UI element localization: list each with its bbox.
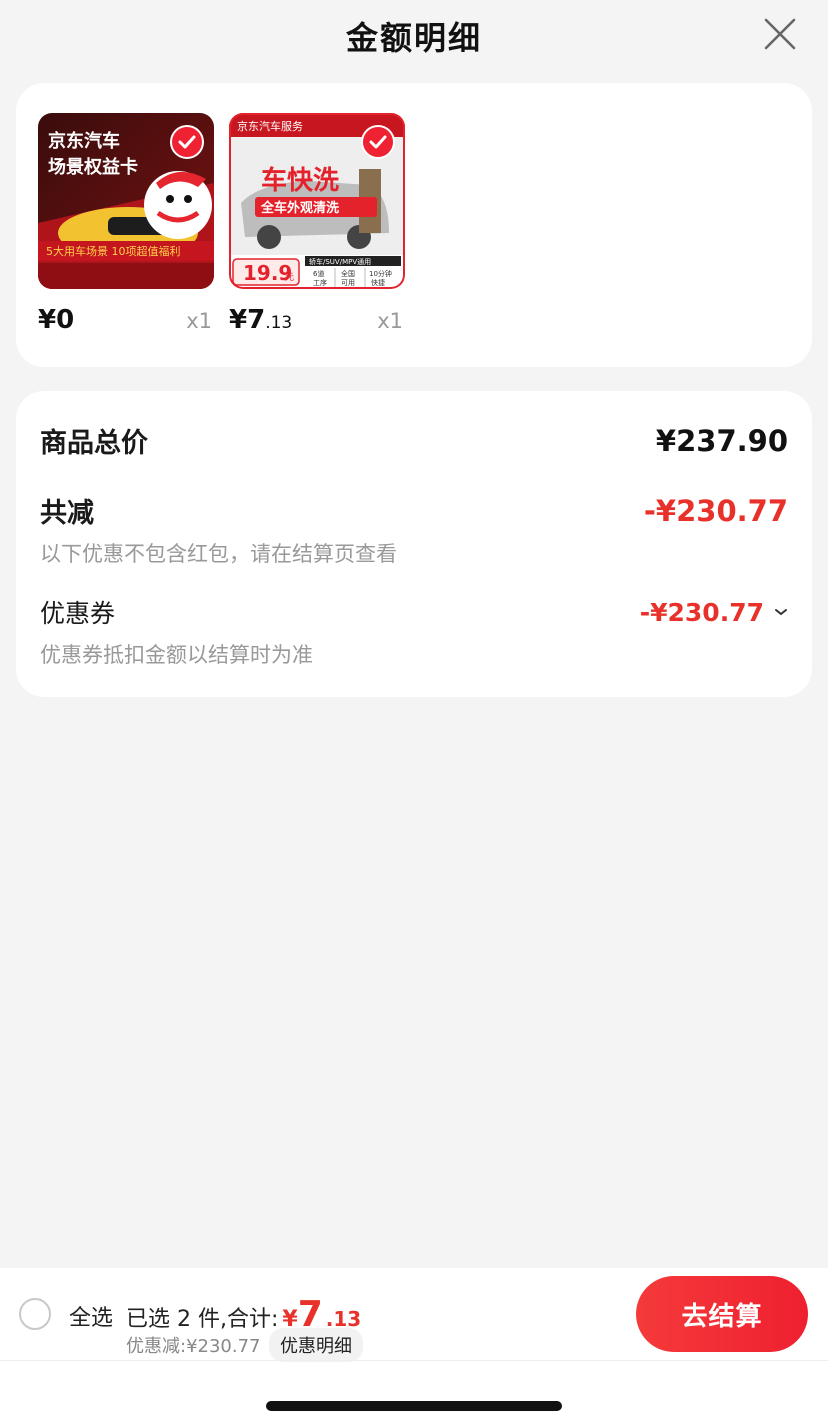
selected-check-icon[interactable] xyxy=(170,125,204,159)
thumb-price-unit: 元 xyxy=(285,273,294,283)
checkout-bar: 全选 已选 2 件,合计: ¥ 7 .13 优惠减:¥230.77 优惠明细 去… xyxy=(0,1268,828,1426)
close-icon[interactable] xyxy=(762,16,798,52)
thumb-text-line: 工序 xyxy=(313,278,327,287)
thumb-text-line: 6道 xyxy=(313,269,324,278)
thumb-text-line: 京东汽车 xyxy=(48,130,120,152)
divider xyxy=(0,1360,828,1361)
thumb-text-line: 轿车/SUV/MPV通用 xyxy=(309,257,371,266)
product-image-car-wash[interactable]: 京东汽车服务 车快洗 全车外观清洗 19.9 元 轿车/SUV/MPV通用 6道… xyxy=(229,113,405,289)
total-reduction-value: -¥230.77 xyxy=(643,493,788,528)
price-summary-card: 商品总价 ¥237.90 共减 -¥230.77 以下优惠不包含红包，请在结算页… xyxy=(16,391,812,697)
thumb-text-line: 京东汽车服务 xyxy=(237,119,303,133)
coupon-value[interactable]: -¥230.77 xyxy=(640,598,788,627)
thumb-text-line: 车快洗 xyxy=(261,165,339,196)
page-title: 金额明细 xyxy=(345,19,482,57)
reduction-note: 以下优惠不包含红包，请在结算页查看 xyxy=(40,542,397,566)
goods-card: 京东汽车 场景权益卡 5大用车场景 10项超值福利 ¥0 x1 京东汽车服务 车… xyxy=(16,83,812,367)
goods-item[interactable]: 京东汽车 场景权益卡 5大用车场景 10项超值福利 ¥0 x1 xyxy=(38,113,214,335)
item-quantity: x1 xyxy=(377,309,403,333)
thumb-text-line: 全国 xyxy=(341,269,355,278)
select-all-radio[interactable] xyxy=(19,1298,51,1330)
total-reduction-row: 共减 -¥230.77 xyxy=(40,491,788,530)
checkout-button[interactable]: 去结算 xyxy=(636,1276,808,1352)
thumb-text-line: 10分钟 xyxy=(369,269,392,278)
thumb-text-line: 全车外观清洗 xyxy=(260,200,339,216)
coupon-amount: -¥230.77 xyxy=(639,597,764,627)
thumb-text-line: 可用 xyxy=(341,279,355,287)
thumb-text-line: 快捷 xyxy=(371,278,385,287)
item-price: ¥7.13 xyxy=(229,305,293,335)
thumb-text-line: 5大用车场景 10项超值福利 xyxy=(46,244,181,258)
modal-header: 金额明细 xyxy=(0,0,828,72)
coupon-note: 优惠券抵扣金额以结算时为准 xyxy=(40,643,313,667)
selected-count-text: 已选 2 件,合计: xyxy=(126,1307,279,1332)
item-price: ¥0 xyxy=(38,305,75,335)
total-price-value: ¥237.90 xyxy=(655,423,788,458)
discount-amount: 优惠减:¥230.77 xyxy=(126,1336,261,1357)
total-price-label: 商品总价 xyxy=(40,428,148,459)
goods-item[interactable]: 京东汽车服务 车快洗 全车外观清洗 19.9 元 轿车/SUV/MPV通用 6道… xyxy=(229,113,405,335)
product-image-car-benefit-card[interactable]: 京东汽车 场景权益卡 5大用车场景 10项超值福利 xyxy=(38,113,214,289)
item-quantity: x1 xyxy=(186,309,212,333)
discount-detail-link[interactable]: 优惠明细 xyxy=(269,1328,363,1362)
total-price-row: 商品总价 ¥237.90 xyxy=(40,421,788,460)
goods-list: 京东汽车 场景权益卡 5大用车场景 10项超值福利 ¥0 x1 京东汽车服务 车… xyxy=(38,113,405,335)
coupon-row[interactable]: 优惠券 -¥230.77 xyxy=(40,594,788,630)
total-reduction-label: 共减 xyxy=(40,498,94,529)
selected-check-icon[interactable] xyxy=(361,125,395,159)
thumb-text-line: 场景权益卡 xyxy=(48,156,138,178)
chevron-down-icon[interactable] xyxy=(774,607,788,617)
coupon-label: 优惠券 xyxy=(40,599,116,628)
home-indicator xyxy=(266,1401,562,1411)
select-all-label[interactable]: 全选 xyxy=(69,1300,113,1332)
